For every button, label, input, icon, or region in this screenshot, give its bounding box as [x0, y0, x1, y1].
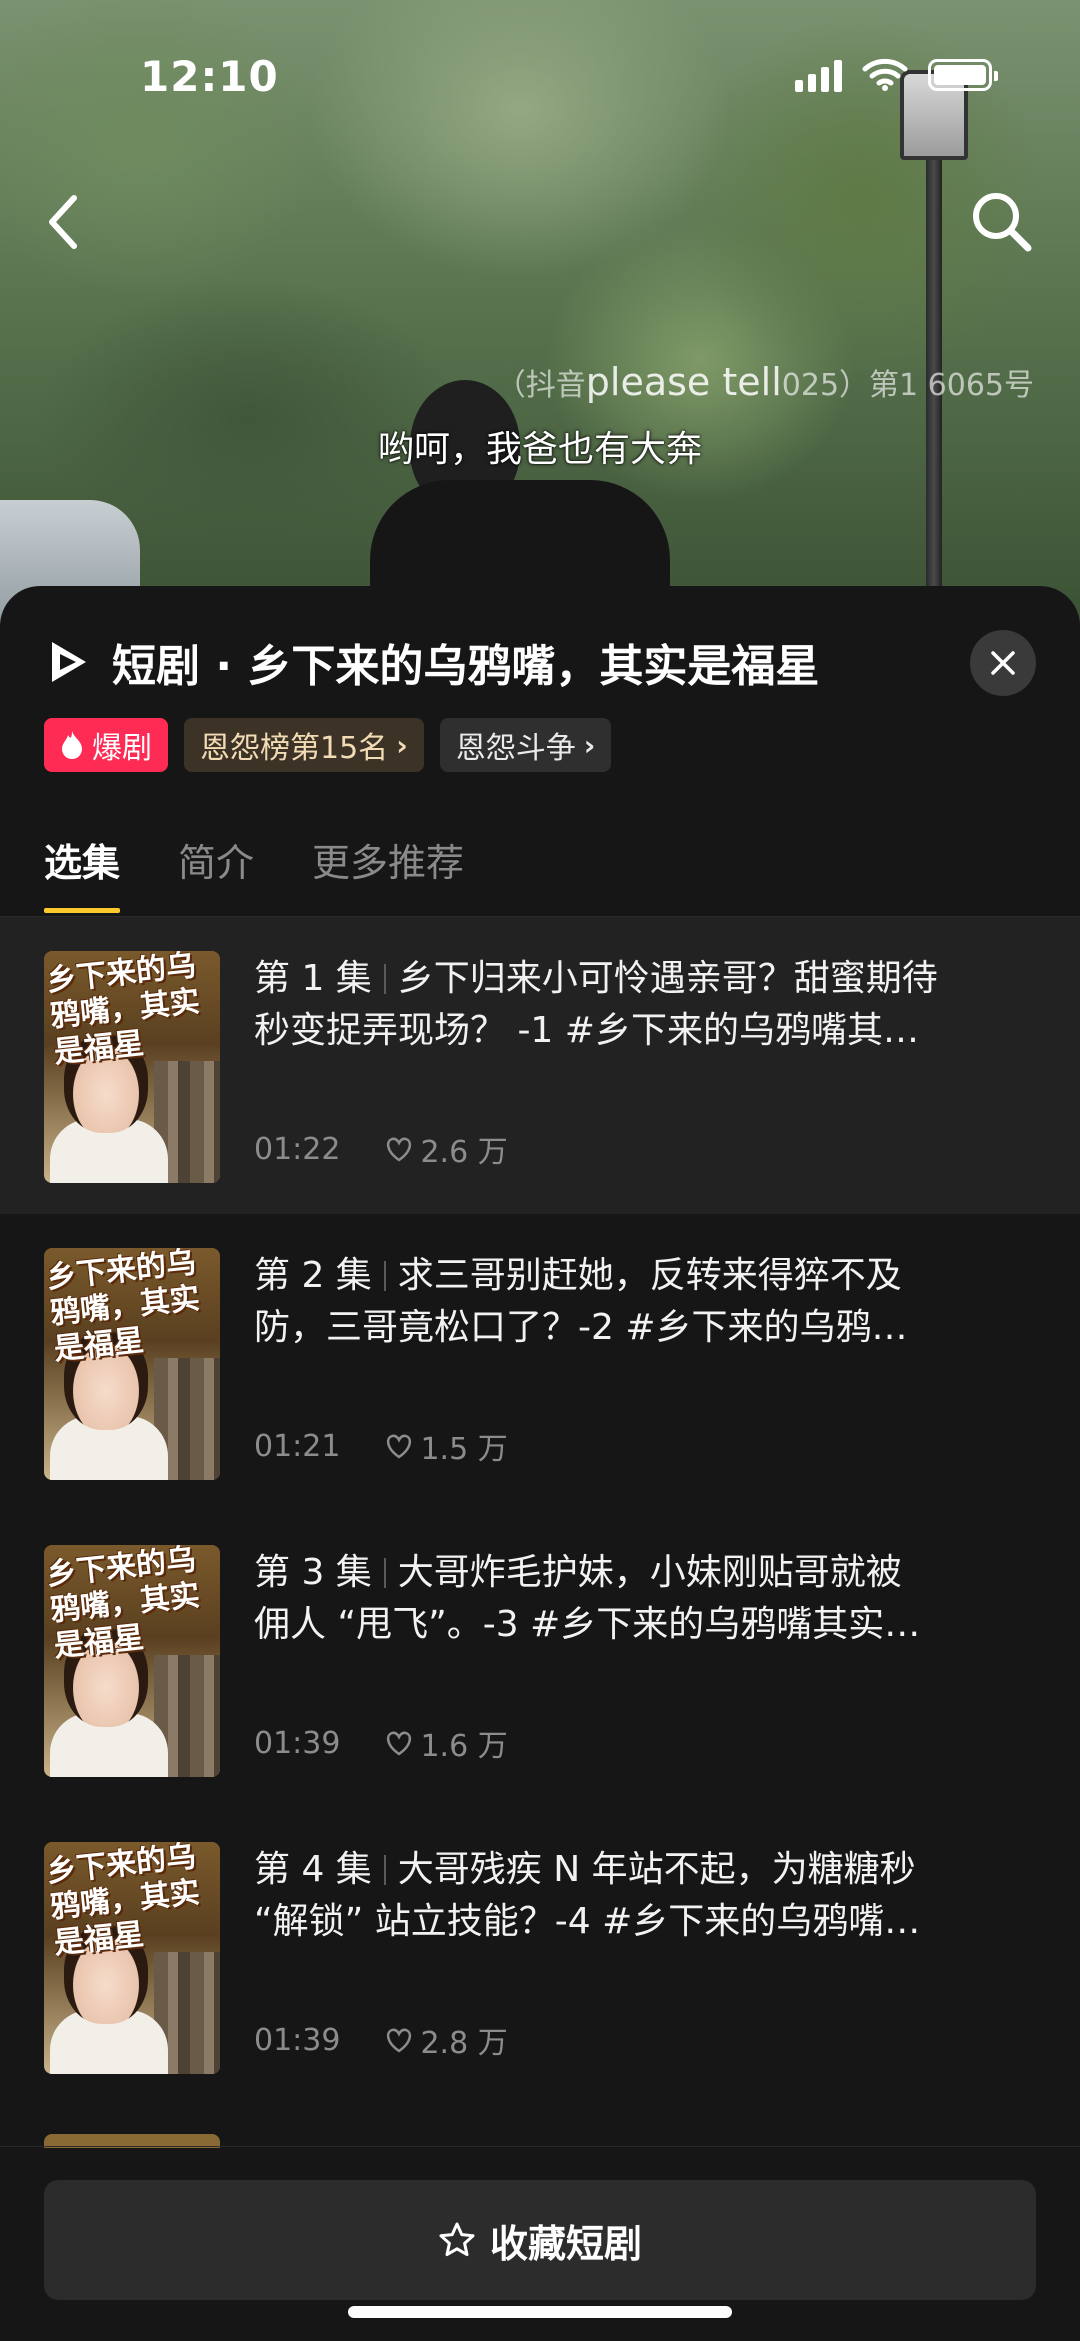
episode-meta: 01:22 2.6 万: [254, 1127, 508, 1171]
cellular-signal-icon: [795, 58, 842, 92]
rank-tag-label: 恩怨榜第15名: [200, 731, 389, 766]
episode-likes: 1.5 万: [384, 1424, 508, 1468]
heart-icon: [387, 1434, 412, 1459]
episode-separator: [383, 1261, 386, 1291]
thumb-title: 乡下来的乌鸦嘴，其实是福星: [44, 951, 202, 1071]
tab-more-recommendations[interactable]: 更多推荐: [312, 832, 464, 913]
episode-list: 乡下来的乌鸦嘴，其实是福星 第 1 集乡下归来小可怜遇亲哥？甜蜜期待 秒变捉弄现…: [0, 917, 1080, 2105]
heart-icon: [387, 1731, 412, 1756]
heart-icon: [387, 2028, 412, 2053]
episode-separator: [383, 964, 386, 994]
search-icon[interactable]: [966, 186, 1036, 256]
thumb-title: 乡下来的乌鸦嘴，其实是福星: [44, 1842, 202, 1962]
thumb-title: 乡下来的乌鸦嘴，其实是福星: [44, 1248, 202, 1368]
sheet-header: 短剧 · 乡下来的乌鸦嘴，其实是福星: [46, 630, 940, 694]
list-bottom-divider: [0, 2146, 1080, 2147]
episode-title-part1: 求三哥别赶她，反转来得猝不及: [397, 1255, 902, 1296]
episode-likes: 2.8 万: [384, 2018, 508, 2062]
episode-likes: 2.6 万: [384, 1127, 508, 1171]
sheet-tabs: 选集 简介 更多推荐: [44, 832, 464, 913]
episode-separator: [383, 1855, 386, 1885]
episode-title-part2: 佣人 “甩飞”。-3 #乡下来的乌鸦嘴其实…: [254, 1604, 921, 1645]
watermark-english: please tell: [585, 360, 782, 404]
episode-thumbnail: 乡下来的乌鸦嘴，其实是福星: [44, 1545, 220, 1777]
close-icon: [991, 651, 1015, 675]
episode-line1: 第 1 集乡下归来小可怜遇亲哥？甜蜜期待: [254, 953, 1044, 1005]
episode-item[interactable]: 乡下来的乌鸦嘴，其实是福星 第 4 集大哥残疾 N 年站不起，为糖糖秒 “解锁”…: [0, 1808, 1080, 2105]
favorite-drama-label: 收藏短剧: [489, 2221, 642, 2266]
favorite-drama-button[interactable]: 收藏短剧: [44, 2180, 1036, 2300]
back-arrow-icon[interactable]: [40, 190, 88, 254]
episode-number: 第 2 集: [254, 1255, 372, 1296]
genre-tag-label: 恩怨斗争: [455, 731, 576, 766]
battery-icon: [928, 59, 998, 91]
episode-line1: 第 2 集求三哥别赶她，反转来得猝不及: [254, 1250, 1044, 1302]
episode-line1: 第 3 集大哥炸毛护妹，小妹刚贴哥就被: [254, 1547, 1044, 1599]
episode-item[interactable]: 乡下来的乌鸦嘴，其实是福星 第 1 集乡下归来小可怜遇亲哥？甜蜜期待 秒变捉弄现…: [0, 917, 1080, 1214]
episode-meta: 01:39 2.8 万: [254, 2018, 508, 2062]
status-icons: [795, 58, 998, 92]
episode-likes-count: 2.6 万: [420, 1135, 508, 1170]
tab-episodes[interactable]: 选集: [44, 832, 121, 913]
video-watermark: （抖音please tell025）第1 6065号: [496, 360, 1034, 404]
episode-likes-count: 1.6 万: [420, 1729, 508, 1764]
hot-tag[interactable]: 爆剧: [44, 718, 168, 772]
episode-title-part2: 防，三哥竟松口了？-2 #乡下来的乌鸦…: [254, 1307, 908, 1348]
episode-title-part2: “解锁” 站立技能？-4 #乡下来的乌鸦嘴…: [254, 1901, 921, 1942]
genre-tag[interactable]: 恩怨斗争 ›: [439, 718, 612, 772]
episode-title-part2: 秒变捉弄现场？ -1 #乡下来的乌鸦嘴其…: [254, 1010, 919, 1051]
episode-thumbnail: 乡下来的乌鸦嘴，其实是福星: [44, 1842, 220, 2074]
star-icon: [439, 2222, 475, 2257]
watermark-prefix: （抖音: [495, 368, 586, 403]
tab-intro[interactable]: 简介: [178, 832, 254, 913]
wifi-icon: [862, 58, 908, 91]
rank-tag[interactable]: 恩怨榜第15名 ›: [184, 718, 424, 772]
episode-title-part1: 大哥炸毛护妹，小妹刚贴哥就被: [397, 1552, 902, 1593]
tag-row: 爆剧 恩怨榜第15名 › 恩怨斗争 ›: [44, 718, 612, 772]
episode-text: 第 1 集乡下归来小可怜遇亲哥？甜蜜期待 秒变捉弄现场？ -1 #乡下来的乌鸦嘴…: [254, 953, 1044, 1057]
screen: 12:10 （抖音please tell025）第1 6065号 哟呵，我爸也有…: [0, 0, 1080, 2341]
episode-separator: [383, 1558, 386, 1588]
chevron-right-icon: ›: [583, 728, 596, 762]
episode-likes-count: 2.8 万: [420, 2026, 508, 2061]
episode-thumbnail: 乡下来的乌鸦嘴，其实是福星: [44, 951, 220, 1183]
episode-line1: 第 4 集大哥残疾 N 年站不起，为糖糖秒: [254, 1844, 1044, 1896]
status-time: 12:10: [140, 52, 279, 101]
home-indicator[interactable]: [348, 2306, 732, 2318]
episode-text: 第 3 集大哥炸毛护妹，小妹刚贴哥就被 佣人 “甩飞”。-3 #乡下来的乌鸦嘴其…: [254, 1547, 1044, 1651]
episode-likes-count: 1.5 万: [420, 1432, 508, 1467]
episode-meta: 01:21 1.5 万: [254, 1424, 508, 1468]
episode-duration: 01:21: [254, 1428, 341, 1464]
drama-title: 短剧 · 乡下来的乌鸦嘴，其实是福星: [112, 641, 820, 692]
episode-meta: 01:39 1.6 万: [254, 1721, 508, 1765]
watermark-suffix: 025）第1 6065号: [781, 368, 1034, 403]
thumb-title: 乡下来的乌鸦嘴，其实是福星: [44, 1545, 202, 1665]
episode-duration: 01:39: [254, 2022, 341, 2058]
episode-title-part1: 乡下归来小可怜遇亲哥？甜蜜期待: [397, 958, 938, 999]
episode-text: 第 2 集求三哥别赶她，反转来得猝不及 防，三哥竟松口了？-2 #乡下来的乌鸦…: [254, 1250, 1044, 1354]
hot-tag-label: 爆剧: [92, 731, 152, 766]
episode-item[interactable]: 乡下来的乌鸦嘴，其实是福星 第 3 集大哥炸毛护妹，小妹刚贴哥就被 佣人 “甩飞…: [0, 1511, 1080, 1808]
episode-thumbnail: 乡下来的乌鸦嘴，其实是福星: [44, 1248, 220, 1480]
chevron-right-icon: ›: [396, 728, 408, 762]
episode-title-part1: 大哥残疾 N 年站不起，为糖糖秒: [397, 1849, 916, 1890]
close-button[interactable]: [970, 630, 1036, 696]
episode-duration: 01:22: [254, 1131, 341, 1167]
douyin-logo-icon: [52, 642, 86, 682]
heart-icon: [387, 1137, 412, 1162]
episode-sheet: 短剧 · 乡下来的乌鸦嘴，其实是福星 爆剧 恩怨榜第15名 › 恩怨斗争 › 选…: [0, 586, 1080, 2341]
episode-likes: 1.6 万: [384, 1721, 508, 1765]
flame-icon: [62, 731, 82, 759]
episode-number: 第 4 集: [254, 1849, 372, 1890]
episode-text: 第 4 集大哥残疾 N 年站不起，为糖糖秒 “解锁” 站立技能？-4 #乡下来的…: [254, 1844, 1044, 1948]
episode-number: 第 1 集: [254, 958, 372, 999]
episode-duration: 01:39: [254, 1725, 341, 1761]
video-subtitle: 哟呵，我爸也有大奔: [377, 429, 702, 470]
episode-item[interactable]: 乡下来的乌鸦嘴，其实是福星 第 2 集求三哥别赶她，反转来得猝不及 防，三哥竟松…: [0, 1214, 1080, 1511]
episode-number: 第 3 集: [254, 1552, 372, 1593]
